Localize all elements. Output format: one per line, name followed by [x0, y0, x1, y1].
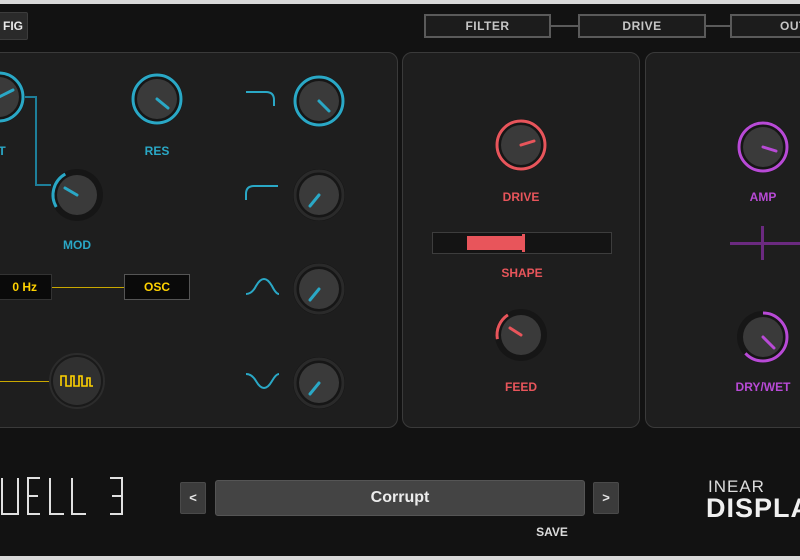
product-logo	[0, 474, 130, 520]
res-label: RES	[144, 144, 170, 158]
output-panel	[645, 52, 800, 428]
osc-button[interactable]: OSC	[124, 274, 190, 300]
cutoff-label: T	[0, 144, 6, 158]
next-preset-button[interactable]: >	[593, 482, 619, 514]
notch-icon	[244, 370, 280, 392]
mod-knob[interactable]	[48, 166, 106, 224]
chain-filter-button[interactable]: FILTER	[424, 14, 551, 38]
lowpass-knob[interactable]	[290, 166, 348, 224]
drive-knob[interactable]	[492, 116, 550, 174]
shape-label: SHAPE	[501, 266, 543, 280]
osc-wire	[52, 287, 124, 288]
plugin-window: FIG FILTER DRIVE OUT T RES MOD 0 Hz OSC	[0, 4, 800, 556]
shape-slider[interactable]	[432, 232, 612, 254]
config-button[interactable]: FIG	[0, 12, 28, 40]
drywet-label: DRY/WET	[735, 380, 791, 394]
highpass-icon	[244, 86, 280, 108]
bandpass-icon	[244, 276, 280, 298]
mod-label: MOD	[63, 238, 91, 252]
amp-label: AMP	[749, 190, 777, 204]
chain-link	[706, 25, 730, 27]
lowpass-icon	[244, 180, 280, 202]
shape-slider-fill	[467, 236, 522, 250]
shape-slider-handle[interactable]	[522, 234, 525, 252]
pan-crosshair-marker	[761, 226, 764, 260]
save-button[interactable]: SAVE	[526, 524, 578, 540]
mod-wire	[35, 96, 37, 186]
bandpass-knob[interactable]	[290, 260, 348, 318]
highpass-knob[interactable]	[290, 72, 348, 130]
chain-out-button[interactable]: OUT	[730, 14, 800, 38]
prev-preset-button[interactable]: <	[180, 482, 206, 514]
wave-shape-button[interactable]	[48, 352, 108, 412]
amp-knob[interactable]	[734, 118, 792, 176]
res-knob[interactable]	[128, 70, 186, 128]
drive-label: DRIVE	[502, 190, 540, 204]
feed-knob[interactable]	[492, 306, 550, 364]
pan-crosshair[interactable]	[730, 242, 800, 245]
cutoff-knob[interactable]	[0, 68, 28, 126]
window-bottom-border	[0, 556, 800, 560]
chain-link	[551, 25, 578, 27]
feed-label: FEED	[504, 380, 537, 394]
preset-name-display[interactable]: Corrupt	[215, 480, 585, 516]
drywet-knob[interactable]	[734, 308, 792, 366]
notch-knob[interactable]	[290, 354, 348, 412]
lfo-wire	[0, 381, 50, 382]
frequency-display[interactable]: 0 Hz	[0, 274, 52, 300]
chain-drive-button[interactable]: DRIVE	[578, 14, 706, 38]
brand-name-main: DISPLA	[706, 493, 800, 523]
